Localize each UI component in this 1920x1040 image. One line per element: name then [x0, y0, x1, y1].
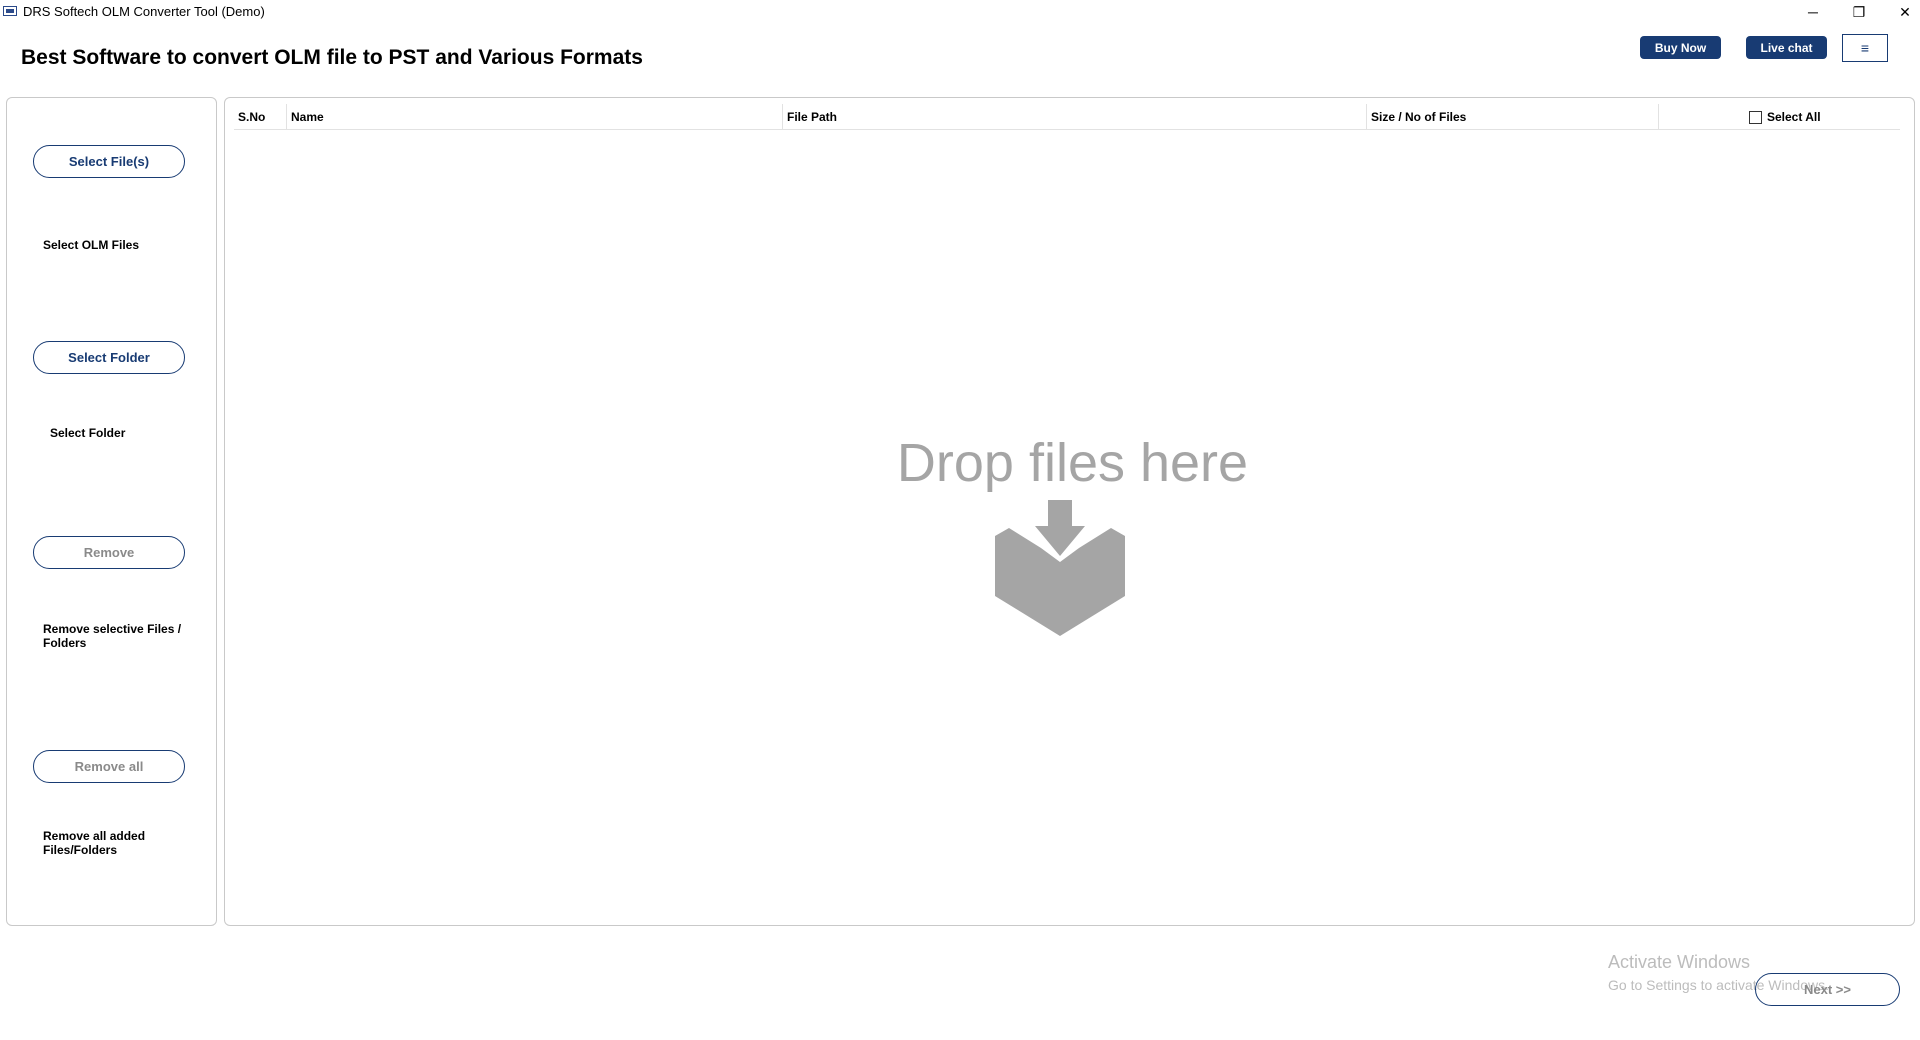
column-header-size[interactable]: Size / No of Files: [1367, 104, 1659, 130]
select-files-description: Select OLM Files: [43, 238, 140, 252]
hamburger-menu-button[interactable]: ≡: [1842, 34, 1888, 62]
remove-all-button[interactable]: Remove all: [33, 750, 185, 783]
remove-description: Remove selective Files / Folders: [43, 622, 182, 650]
activation-watermark-title: Activate Windows: [1608, 952, 1751, 972]
file-list-panel[interactable]: S.No Name File Path Size / No of Files S…: [224, 97, 1915, 926]
remove-all-description: Remove all added Files/Folders: [43, 829, 146, 857]
select-all-toggle[interactable]: Select All: [1749, 110, 1821, 124]
grid-header: S.No Name File Path Size / No of Files S…: [234, 104, 1900, 130]
hamburger-icon: ≡: [1860, 40, 1870, 56]
live-chat-button[interactable]: Live chat: [1746, 36, 1827, 59]
select-files-button[interactable]: Select File(s): [33, 145, 185, 178]
select-all-label: Select All: [1767, 110, 1821, 124]
next-button[interactable]: Next >>: [1755, 973, 1900, 1006]
close-button[interactable]: ✕: [1882, 0, 1920, 24]
app-logo-icon: [3, 6, 17, 16]
select-folder-button[interactable]: Select Folder: [33, 341, 185, 374]
drop-zone-text: Drop files here: [896, 433, 1249, 493]
column-header-name[interactable]: Name: [287, 104, 783, 130]
window-title: DRS Softech OLM Converter Tool (Demo): [23, 4, 265, 19]
minimize-button[interactable]: ─: [1790, 0, 1836, 24]
column-header-file-path[interactable]: File Path: [783, 104, 1367, 130]
restore-button[interactable]: ❐: [1836, 0, 1882, 24]
tray-download-icon: [995, 500, 1125, 636]
buy-now-button[interactable]: Buy Now: [1640, 36, 1721, 59]
select-all-checkbox[interactable]: [1749, 110, 1762, 124]
select-folder-description: Select Folder: [50, 426, 126, 440]
page-title: Best Software to convert OLM file to PST…: [21, 46, 643, 69]
title-bar: DRS Softech OLM Converter Tool (Demo) ─ …: [0, 0, 1920, 24]
remove-button[interactable]: Remove: [33, 536, 185, 569]
sidebar-panel: Select File(s) Select OLM Files Select F…: [6, 97, 217, 926]
column-header-sno[interactable]: S.No: [234, 104, 287, 130]
